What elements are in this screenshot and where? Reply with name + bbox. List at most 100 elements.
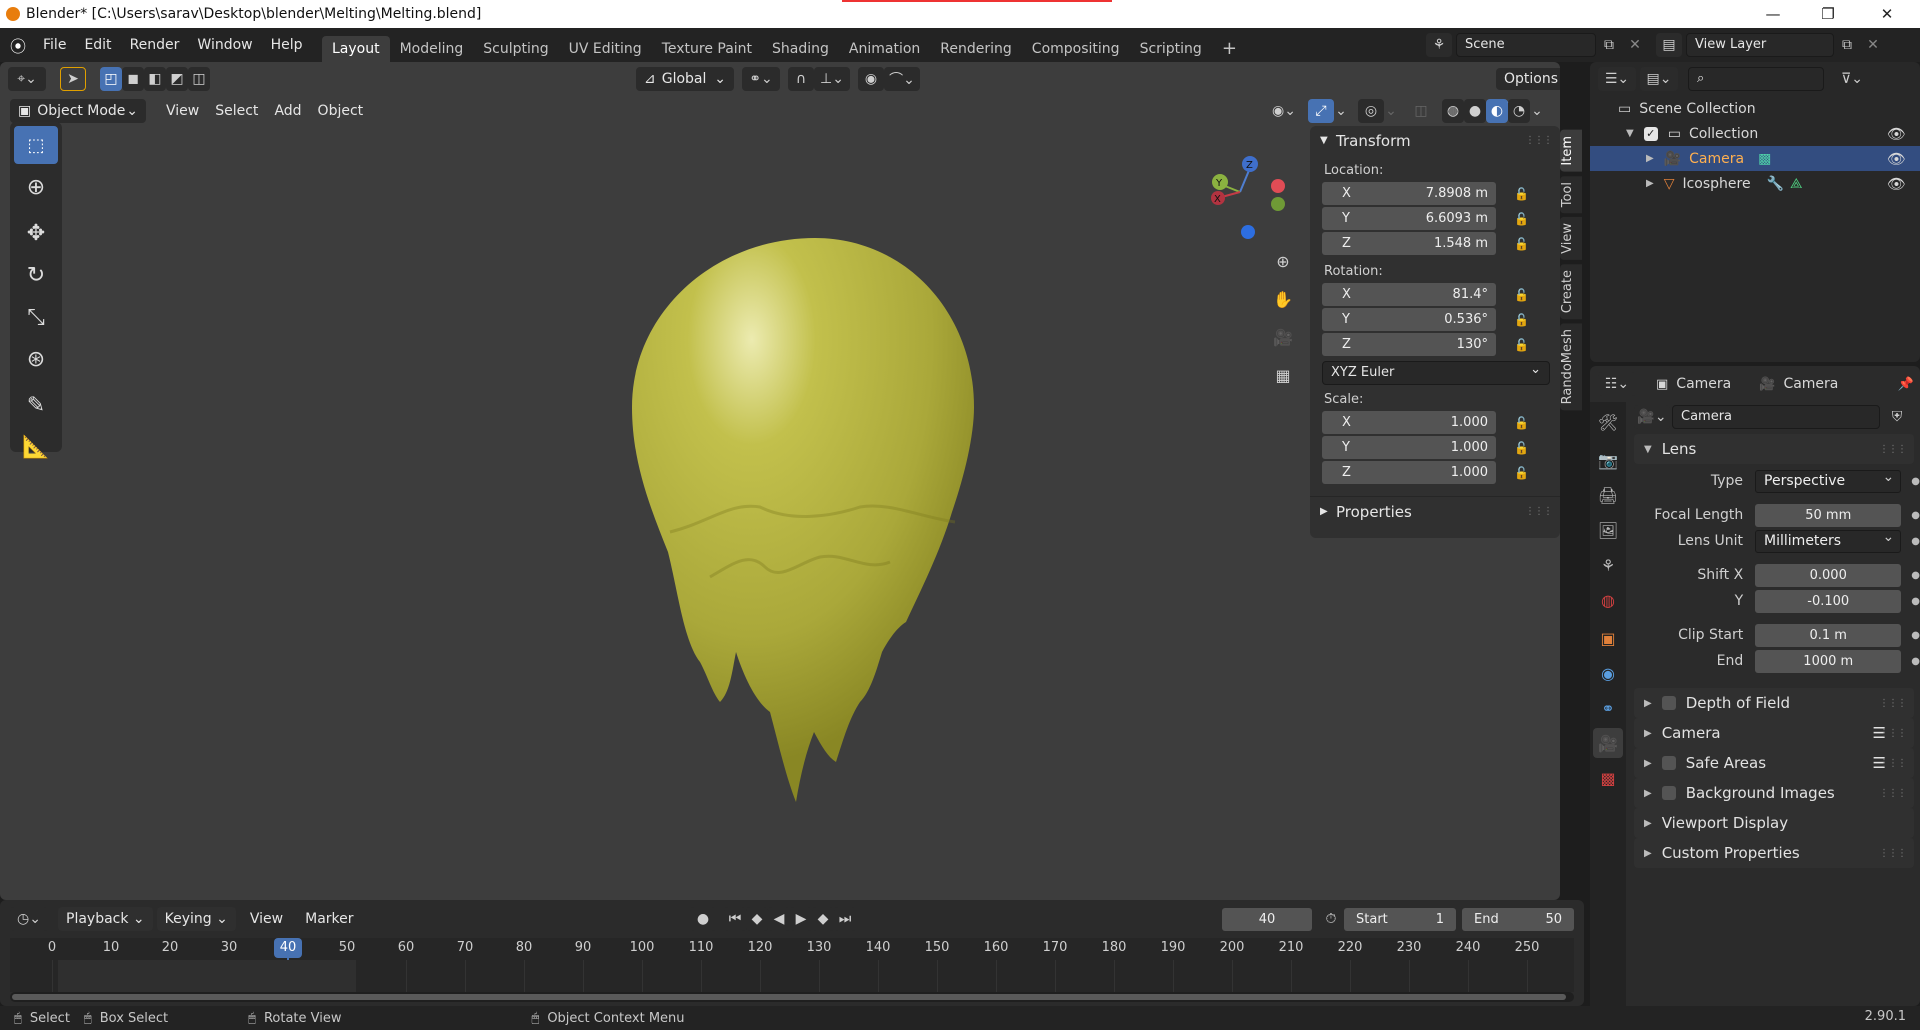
- background-images-panel[interactable]: ▶ Background Images ⋮⋮⋮: [1634, 778, 1914, 808]
- expand-triangle-icon[interactable]: ▶: [1646, 153, 1654, 164]
- gizmo-neg-x-axis[interactable]: [1271, 179, 1285, 193]
- collapse-triangle-icon[interactable]: ▼: [1626, 128, 1634, 139]
- world-tab-icon[interactable]: ◍: [1593, 585, 1623, 615]
- scene-collection-row[interactable]: ▭ Scene Collection: [1590, 96, 1920, 121]
- view-layer-field[interactable]: View Layer: [1686, 33, 1834, 57]
- object-tab-icon[interactable]: ▣: [1593, 623, 1623, 653]
- end-frame-field[interactable]: End 50: [1462, 907, 1574, 931]
- tab-randomesh[interactable]: RandoMesh: [1560, 322, 1582, 411]
- background-images-checkbox[interactable]: [1661, 786, 1676, 800]
- keyframe-dot-icon[interactable]: ●: [1911, 570, 1920, 581]
- fake-user-shield-icon[interactable]: ⛨: [1884, 405, 1910, 429]
- filter-icon[interactable]: ⊽⌄: [1834, 67, 1870, 91]
- viewport-display-panel[interactable]: ▶ Viewport Display: [1634, 808, 1914, 838]
- display-mode-icon[interactable]: ▤⌄: [1640, 67, 1678, 91]
- new-view-layer-icon[interactable]: ⧉: [1834, 33, 1860, 57]
- delete-scene-icon[interactable]: ✕: [1622, 33, 1648, 57]
- camera-panel[interactable]: ▶ Camera ☰ ⋮⋮⋮: [1634, 718, 1914, 748]
- prev-keyframe-icon[interactable]: ◆: [746, 907, 768, 931]
- rotation-x-field[interactable]: X 81.4°: [1322, 283, 1496, 306]
- location-y-field[interactable]: Y 6.6093 m: [1322, 207, 1496, 230]
- camera-view-icon[interactable]: 🎥: [1268, 322, 1298, 352]
- location-x-field[interactable]: X 7.8908 m: [1322, 182, 1496, 205]
- drag-grip-icon[interactable]: ⋮⋮⋮: [1879, 728, 1907, 739]
- blender-menu-icon[interactable]: ⦿: [10, 33, 34, 57]
- scale-tool-icon[interactable]: ⤡: [14, 298, 58, 336]
- play-reverse-icon[interactable]: ◀: [768, 907, 790, 931]
- scene-selector-icon[interactable]: ⚘: [1426, 33, 1452, 57]
- menu-render[interactable]: Render: [121, 33, 189, 57]
- wireframe-shading-icon[interactable]: ◍: [1442, 99, 1464, 123]
- timeline-editor-type-icon[interactable]: ◷⌄: [10, 907, 48, 931]
- tool-settings-tab-icon[interactable]: 🛠: [1593, 407, 1623, 437]
- camera-data-icon[interactable]: ▩: [1758, 151, 1771, 167]
- tab-sculpting[interactable]: Sculpting: [473, 36, 558, 62]
- constraints-tab-icon[interactable]: ⚭: [1593, 693, 1623, 723]
- lock-icon[interactable]: 🔓: [1514, 187, 1532, 203]
- xray-toggle-icon[interactable]: ◫: [1408, 99, 1434, 123]
- perspective-grid-icon[interactable]: ▦: [1268, 360, 1298, 390]
- custom-properties-panel[interactable]: ▶ Custom Properties ⋮⋮⋮: [1634, 838, 1914, 868]
- jump-start-icon[interactable]: ⏮: [724, 907, 746, 931]
- outliner-item-camera[interactable]: ▶ 🎥 Camera ▩ 👁: [1590, 146, 1920, 171]
- outliner-editor-type-icon[interactable]: ☰⌄: [1598, 67, 1636, 91]
- expand-triangle-icon[interactable]: ▶: [1646, 178, 1654, 189]
- next-keyframe-icon[interactable]: ◆: [812, 907, 834, 931]
- measure-tool-icon[interactable]: 📐: [14, 428, 58, 466]
- viewport-menu-object[interactable]: Object: [310, 99, 372, 123]
- timeline-menu-view[interactable]: View: [242, 907, 291, 931]
- lock-icon[interactable]: 🔓: [1514, 313, 1532, 329]
- gizmo-neg-y-axis[interactable]: [1271, 197, 1285, 211]
- outliner-search-input[interactable]: ⌕: [1688, 67, 1824, 91]
- tab-compositing[interactable]: Compositing: [1022, 36, 1130, 62]
- select-mode-intersect-icon[interactable]: ◫: [188, 67, 210, 91]
- select-mode-new-icon[interactable]: ◰: [100, 67, 122, 91]
- timeline-menu-playback[interactable]: Playback ⌄: [58, 907, 153, 931]
- tab-tool[interactable]: Tool: [1560, 175, 1582, 213]
- rotation-mode-dropdown[interactable]: XYZ Euler ⌄: [1322, 360, 1550, 385]
- clip-end-field[interactable]: 1000 m: [1755, 649, 1902, 673]
- timeline-editor[interactable]: ◷⌄ Playback ⌄ Keying ⌄ View Marker ● ⏮ ◆…: [0, 900, 1584, 1006]
- navigation-gizmo[interactable]: Z Y X: [1200, 142, 1290, 242]
- location-z-field[interactable]: Z 1.548 m: [1322, 232, 1496, 255]
- start-frame-field[interactable]: Start 1: [1344, 907, 1456, 931]
- tab-texture-paint[interactable]: Texture Paint: [652, 36, 762, 62]
- depth-of-field-checkbox[interactable]: [1661, 696, 1676, 710]
- solid-shading-icon[interactable]: ●: [1464, 99, 1486, 123]
- focal-length-field[interactable]: 50 mm: [1755, 503, 1902, 527]
- lens-panel-header[interactable]: ▼ Lens ⋮⋮⋮: [1634, 434, 1914, 464]
- collection-checkbox[interactable]: ✓: [1643, 126, 1658, 141]
- scale-x-field[interactable]: X 1.000: [1322, 411, 1496, 434]
- gizmo-neg-z-axis[interactable]: [1241, 225, 1255, 239]
- snap-toggle-icon[interactable]: ∩: [788, 67, 814, 91]
- jump-end-icon[interactable]: ⏭: [834, 907, 856, 931]
- drag-grip-icon[interactable]: ⋮⋮⋮: [1525, 126, 1553, 156]
- menu-help[interactable]: Help: [262, 33, 312, 57]
- menu-edit[interactable]: Edit: [75, 33, 120, 57]
- lens-unit-dropdown[interactable]: Millimeters: [1755, 527, 1902, 553]
- tab-view[interactable]: View: [1560, 216, 1582, 260]
- pivot-point-icon[interactable]: ⚭⌄: [742, 67, 780, 91]
- modifier-wrench-icon[interactable]: 🔧: [1767, 176, 1784, 192]
- tab-shading[interactable]: Shading: [762, 36, 839, 62]
- keyframe-dot-icon[interactable]: ●: [1911, 536, 1920, 547]
- transform-panel-header[interactable]: ▼ Transform ⋮⋮⋮: [1310, 126, 1560, 156]
- rendered-shading-icon[interactable]: ◔: [1508, 99, 1530, 123]
- overlays-dropdown-icon[interactable]: ⌄: [1384, 99, 1398, 123]
- rotation-y-field[interactable]: Y 0.536°: [1322, 308, 1496, 331]
- menu-window[interactable]: Window: [188, 33, 261, 57]
- drag-grip-icon[interactable]: ⋮⋮⋮: [1879, 788, 1907, 799]
- tab-uv-editing[interactable]: UV Editing: [559, 36, 652, 62]
- visibility-eye-icon[interactable]: 👁: [1887, 175, 1906, 193]
- cursor-tool-icon[interactable]: ⊕: [14, 168, 58, 206]
- shading-dropdown-icon[interactable]: ⌄: [1530, 99, 1544, 123]
- drag-grip-icon[interactable]: ⋮⋮⋮: [1879, 848, 1907, 859]
- drag-grip-icon[interactable]: ⋮⋮⋮: [1879, 698, 1907, 709]
- timeline-menu-keying[interactable]: Keying ⌄: [156, 907, 236, 931]
- rotation-z-field[interactable]: Z 130°: [1322, 333, 1496, 356]
- close-window-button[interactable]: ✕: [1864, 0, 1910, 28]
- record-icon[interactable]: ●: [690, 907, 716, 931]
- tab-create[interactable]: Create: [1560, 263, 1582, 319]
- mesh-data-icon[interactable]: ⟁: [1790, 176, 1803, 192]
- overlays-toggle-icon[interactable]: ◎: [1358, 99, 1384, 123]
